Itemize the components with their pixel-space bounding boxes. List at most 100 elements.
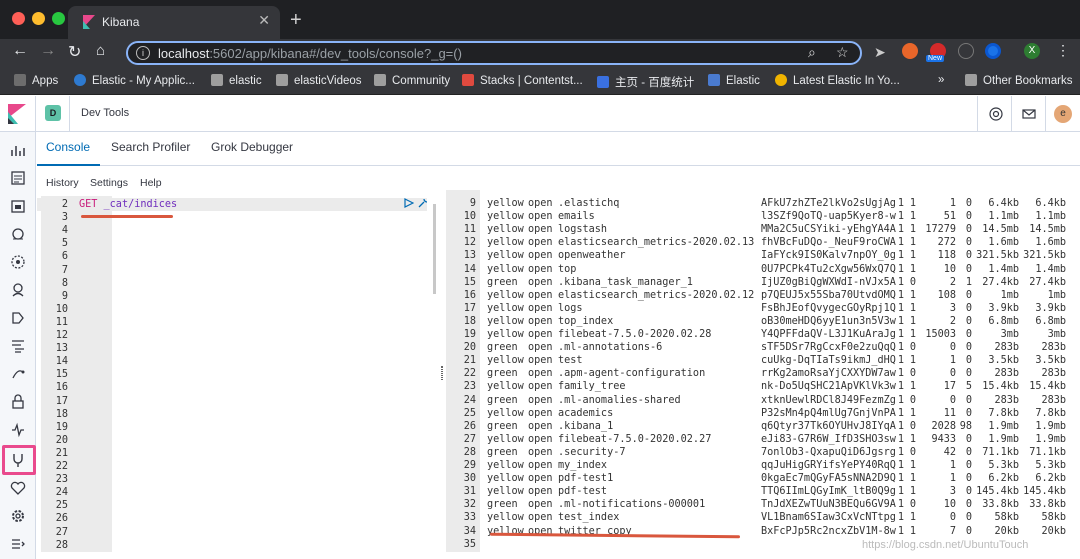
line-number: 26 xyxy=(55,513,68,525)
mail-icon[interactable] xyxy=(1022,107,1036,121)
bookmark-item[interactable]: Stacks | Contentst... xyxy=(462,74,583,87)
back-icon[interactable]: ← xyxy=(12,42,28,60)
tab-search-profiler[interactable]: Search Profiler xyxy=(111,140,190,154)
editor-line[interactable]: 25 xyxy=(37,499,427,512)
uptime-icon[interactable] xyxy=(10,422,26,438)
play-icon[interactable] xyxy=(404,198,414,208)
space-avatar[interactable]: D xyxy=(45,105,61,121)
info-icon[interactable]: i xyxy=(136,46,150,60)
editor-line[interactable]: 6 xyxy=(37,250,427,263)
editor-line[interactable]: 7 xyxy=(37,264,427,277)
forward-icon[interactable]: → xyxy=(40,42,56,60)
discover-icon[interactable] xyxy=(10,142,26,158)
menu-icon[interactable]: ⋮ xyxy=(1056,42,1070,59)
cell-uuid: sTF5DSr7RgCcxF0e2zuQqQ xyxy=(761,342,896,354)
user-avatar[interactable]: e xyxy=(1054,105,1072,123)
infrastructure-icon[interactable] xyxy=(10,310,26,326)
dev-tools-icon[interactable] xyxy=(10,452,26,468)
canvas-icon[interactable] xyxy=(10,226,26,242)
close-window-button[interactable] xyxy=(12,12,25,25)
siem-icon[interactable] xyxy=(10,394,26,410)
more-bookmarks-icon[interactable]: » xyxy=(938,74,944,86)
management-icon[interactable] xyxy=(10,508,26,524)
editor-line[interactable]: 16 xyxy=(37,381,427,394)
bookmark-item[interactable]: elasticVideos xyxy=(276,74,362,87)
editor-line[interactable]: 18 xyxy=(37,408,427,421)
zoom-icon[interactable]: ⌕ xyxy=(808,44,816,61)
wrench-icon[interactable] xyxy=(417,197,429,209)
editor-line[interactable]: 4 xyxy=(37,224,427,237)
bookmark-item[interactable]: Elastic xyxy=(708,74,760,87)
account-avatar[interactable]: X xyxy=(1024,43,1040,59)
history-menu[interactable]: History xyxy=(46,177,79,189)
tab-grok-debugger[interactable]: Grok Debugger xyxy=(211,140,293,154)
editor-line[interactable]: 26 xyxy=(37,512,427,525)
kibana-tab-icon xyxy=(83,15,95,29)
disabled-extension-icon[interactable] xyxy=(958,43,974,59)
maps-icon[interactable] xyxy=(10,254,26,270)
editor-line[interactable]: 8 xyxy=(37,277,427,290)
dashboard-icon[interactable] xyxy=(10,198,26,214)
editor-line[interactable]: 20 xyxy=(37,434,427,447)
apm-icon[interactable] xyxy=(10,366,26,382)
stack-monitoring-icon[interactable] xyxy=(10,480,26,496)
url-text[interactable]: localhost:5602/app/kibana#/dev_tools/con… xyxy=(158,46,462,61)
browser-tab[interactable]: Kibana ✕ xyxy=(68,6,280,39)
line-number: 10 xyxy=(55,303,68,315)
editor-line[interactable]: 11 xyxy=(37,316,427,329)
editor-line[interactable]: 5 xyxy=(37,237,427,250)
cell-status: open xyxy=(528,512,553,524)
extension-icon[interactable] xyxy=(902,43,918,59)
resize-handle-icon[interactable] xyxy=(441,366,443,380)
editor-line[interactable]: 27 xyxy=(37,526,427,539)
line-number: 35 xyxy=(463,538,476,550)
visualize-icon[interactable] xyxy=(10,170,26,186)
help-icon[interactable] xyxy=(989,107,1003,121)
extension-circle-icon[interactable] xyxy=(985,43,1001,59)
editor-line[interactable]: 17 xyxy=(37,395,427,408)
bookmark-item[interactable]: Elastic - My Applic... xyxy=(74,74,195,87)
address-bar[interactable]: i localhost:5602/app/kibana#/dev_tools/c… xyxy=(126,41,862,65)
bookmark-item[interactable]: Community xyxy=(374,74,450,87)
help-menu[interactable]: Help xyxy=(140,177,162,189)
bookmark-star-icon[interactable]: ☆ xyxy=(836,44,849,61)
editor-line[interactable]: 23 xyxy=(37,473,427,486)
close-tab-icon[interactable]: ✕ xyxy=(258,12,270,29)
maximize-window-button[interactable] xyxy=(52,12,65,25)
collapse-nav-icon[interactable] xyxy=(10,536,26,552)
machine-learning-icon[interactable] xyxy=(10,282,26,298)
bookmark-item[interactable]: elastic xyxy=(211,74,262,87)
request-editor[interactable]: 2 GET _cat/indices 3 4 5 6 7 8 9 10 11 12 13 14 15 16 17… xyxy=(37,196,440,552)
cursor-extension-icon[interactable]: ➤ xyxy=(874,44,886,61)
editor-line[interactable]: 15 xyxy=(37,368,427,381)
editor-line[interactable]: 2 GET _cat/indices xyxy=(37,198,427,212)
new-tab-icon[interactable]: + xyxy=(290,9,302,32)
editor-line[interactable]: 28 xyxy=(37,539,427,552)
editor-scrollbar[interactable] xyxy=(433,204,436,294)
cell-size: 27.4kb xyxy=(982,276,1019,288)
other-bookmarks[interactable]: Other Bookmarks xyxy=(965,74,1072,87)
editor-line[interactable]: 13 xyxy=(37,342,427,355)
kibana-logo-icon[interactable] xyxy=(8,104,26,124)
logs-icon[interactable] xyxy=(10,338,26,354)
bookmark-item[interactable]: 主页 - 百度统计 xyxy=(597,74,694,90)
home-icon[interactable]: ⌂ xyxy=(96,42,105,59)
bookmark-item[interactable]: Apps xyxy=(14,74,58,87)
editor-line[interactable]: 19 xyxy=(37,421,427,434)
editor-line[interactable]: 24 xyxy=(37,486,427,499)
editor-line[interactable]: 9 xyxy=(37,290,427,303)
reload-icon[interactable]: ↻ xyxy=(68,42,81,62)
response-output[interactable]: 9 yellow open .elastichq AFkU7zhZTe2lkVo2sUg… xyxy=(446,190,1078,552)
cell-docs: 3 xyxy=(949,486,956,498)
editor-line[interactable]: 21 xyxy=(37,447,427,460)
editor-line[interactable]: 14 xyxy=(37,355,427,368)
editor-line[interactable]: 22 xyxy=(37,460,427,473)
editor-line[interactable]: 10 xyxy=(37,303,427,316)
bookmark-item[interactable]: Latest Elastic In Yo... xyxy=(775,74,900,87)
cell-health: green xyxy=(487,368,518,380)
new-badge: New xyxy=(926,55,945,62)
minimize-window-button[interactable] xyxy=(32,12,45,25)
settings-menu[interactable]: Settings xyxy=(90,177,128,189)
editor-line[interactable]: 12 xyxy=(37,329,427,342)
tab-console[interactable]: Console xyxy=(46,140,90,154)
